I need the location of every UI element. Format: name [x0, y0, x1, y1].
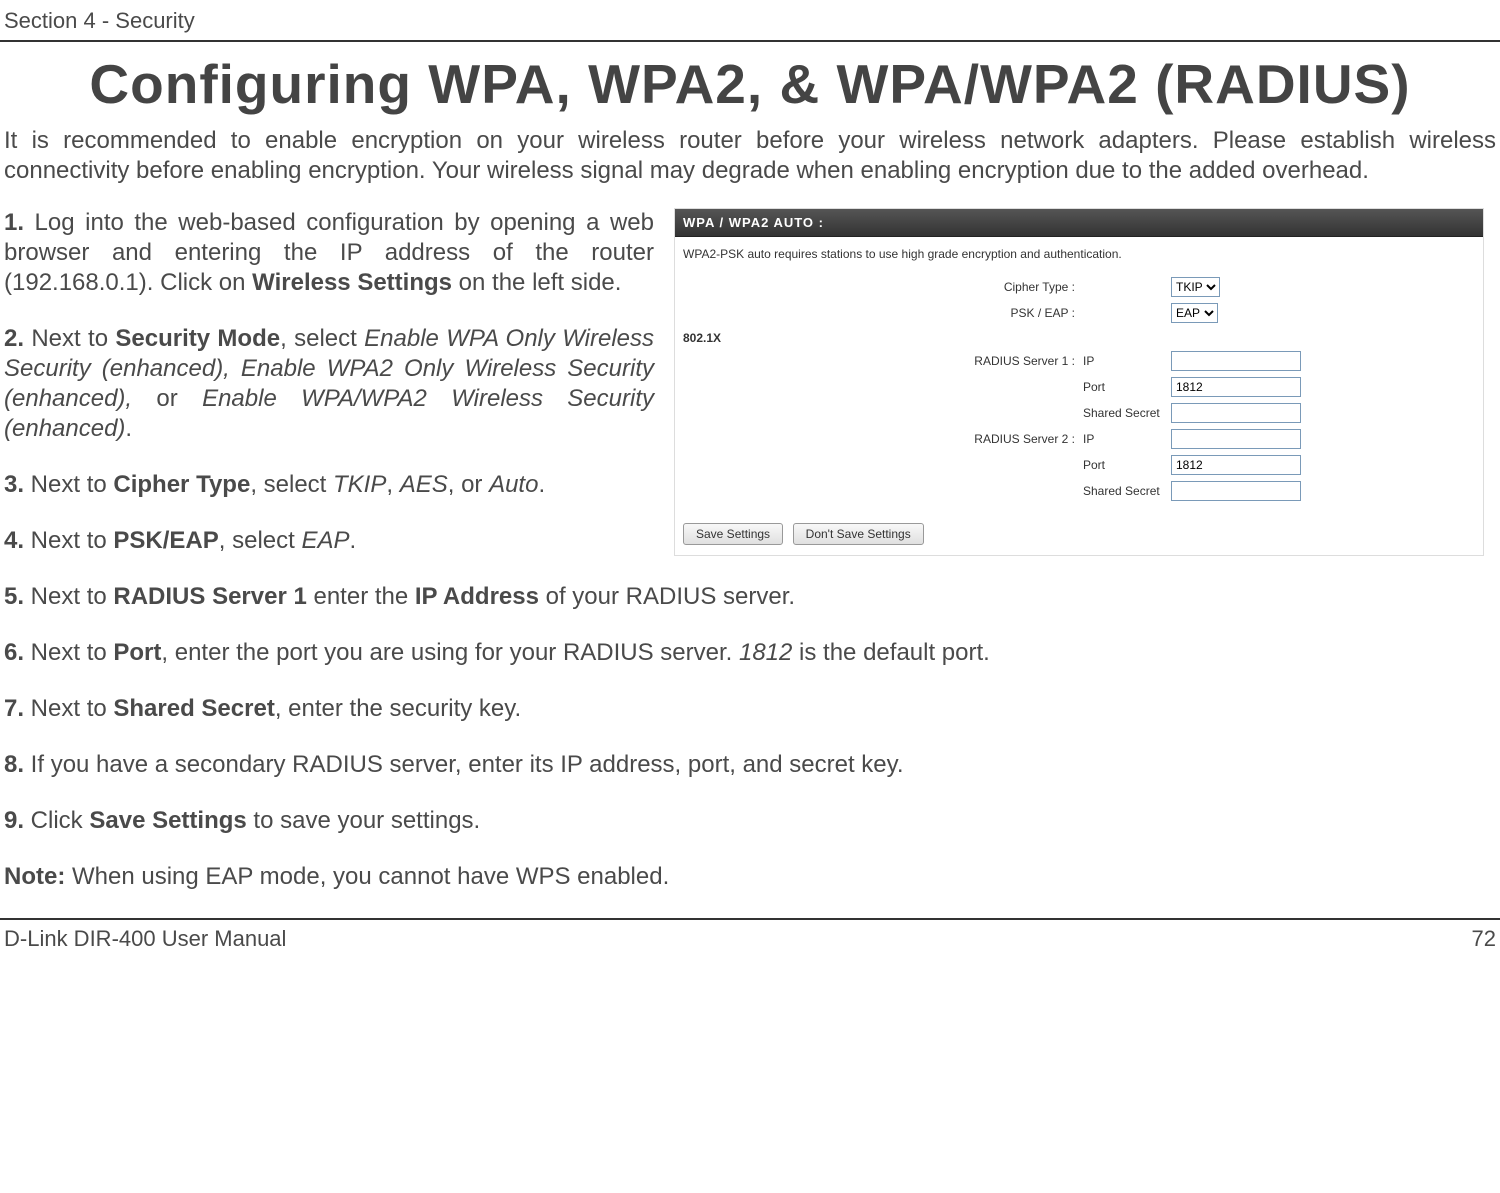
radius2-label: RADIUS Server 2 : — [683, 432, 1083, 446]
ip-label: IP — [1083, 432, 1171, 446]
step-bold: Shared Secret — [113, 695, 274, 722]
radius2-secret-input[interactable] — [1171, 481, 1301, 501]
step-num: 2. — [4, 325, 24, 352]
step-text: Next to — [24, 695, 113, 722]
step-text: , — [386, 471, 399, 498]
psk-eap-label: PSK / EAP : — [683, 306, 1083, 320]
radius2-port-input[interactable] — [1171, 455, 1301, 475]
step-text: If you have a secondary RADIUS server, e… — [24, 751, 904, 778]
step-5: 5. Next to RADIUS Server 1 enter the IP … — [4, 582, 1496, 612]
step-italic: AES — [400, 471, 448, 498]
step-text: Next to — [24, 527, 113, 554]
step-bold: Cipher Type — [113, 471, 250, 498]
step-italic: Auto — [489, 471, 538, 498]
step-1: 1. Log into the web-based configuration … — [4, 208, 654, 298]
panel-description: WPA2-PSK auto requires stations to use h… — [675, 237, 1483, 275]
step-text: of your RADIUS server. — [539, 583, 795, 610]
step-4: 4. Next to PSK/EAP, select EAP. — [4, 526, 654, 556]
step-text: Next to — [24, 639, 113, 666]
dont-save-settings-button[interactable]: Don't Save Settings — [793, 523, 924, 545]
page-number: 72 — [1472, 926, 1496, 952]
cipher-type-label: Cipher Type : — [683, 280, 1083, 294]
note: Note: When using EAP mode, you cannot ha… — [4, 862, 1496, 892]
step-num: 8. — [4, 751, 24, 778]
step-7: 7. Next to Shared Secret, enter the secu… — [4, 694, 1496, 724]
note-text: When using EAP mode, you cannot have WPS… — [65, 863, 669, 890]
step-italic: TKIP — [333, 471, 386, 498]
step-text: , or — [448, 471, 489, 498]
step-italic: EAP — [301, 527, 349, 554]
step-num: 6. — [4, 639, 24, 666]
intro-paragraph: It is recommended to enable encryption o… — [0, 126, 1500, 186]
step-num: 9. — [4, 807, 24, 834]
radius1-label: RADIUS Server 1 : — [683, 354, 1083, 368]
step-bold: Save Settings — [89, 807, 246, 834]
radius2-ip-input[interactable] — [1171, 429, 1301, 449]
step-num: 1. — [4, 209, 24, 236]
step-bold: IP Address — [415, 583, 539, 610]
psk-eap-select[interactable]: EAP — [1171, 303, 1218, 323]
step-text: on the left side. — [452, 269, 621, 296]
secret-label: Shared Secret — [1083, 406, 1171, 420]
step-bold: Wireless Settings — [252, 269, 452, 296]
step-text: , select — [250, 471, 333, 498]
secret-label: Shared Secret — [1083, 484, 1171, 498]
ip-label: IP — [1083, 354, 1171, 368]
radius1-port-input[interactable] — [1171, 377, 1301, 397]
cipher-type-select[interactable]: TKIP — [1171, 277, 1220, 297]
router-screenshot: WPA / WPA2 AUTO : WPA2-PSK auto requires… — [674, 208, 1484, 556]
step-2: 2. Next to Security Mode, select Enable … — [4, 324, 654, 444]
step-bold: RADIUS Server 1 — [113, 583, 306, 610]
section-header: Section 4 - Security — [0, 0, 1500, 42]
step-text: Next to — [24, 471, 113, 498]
section-8021x-label: 802.1X — [683, 327, 1475, 349]
step-text: . — [125, 415, 132, 442]
radius1-ip-input[interactable] — [1171, 351, 1301, 371]
port-label: Port — [1083, 458, 1171, 472]
port-label: Port — [1083, 380, 1171, 394]
radius1-secret-input[interactable] — [1171, 403, 1301, 423]
step-text: . — [350, 527, 357, 554]
note-label: Note: — [4, 863, 65, 890]
step-text: to save your settings. — [247, 807, 480, 834]
step-italic: 1812 — [739, 639, 792, 666]
footer-manual-title: D-Link DIR-400 User Manual — [4, 926, 286, 952]
step-num: 5. — [4, 583, 24, 610]
step-9: 9. Click Save Settings to save your sett… — [4, 806, 1496, 836]
step-bold: Security Mode — [115, 325, 280, 352]
step-text: . — [538, 471, 545, 498]
step-text: Next to — [24, 583, 113, 610]
step-bold: PSK/EAP — [113, 527, 218, 554]
step-text: Click — [24, 807, 89, 834]
step-text: Next to — [24, 325, 115, 352]
panel-header: WPA / WPA2 AUTO : — [675, 209, 1483, 237]
step-text: enter the — [307, 583, 415, 610]
step-num: 7. — [4, 695, 24, 722]
step-bold: Port — [113, 639, 161, 666]
step-text: , enter the port you are using for your … — [161, 639, 739, 666]
step-text: , enter the security key. — [275, 695, 521, 722]
step-8: 8. If you have a secondary RADIUS server… — [4, 750, 1496, 780]
page-title: Configuring WPA, WPA2, & WPA/WPA2 (RADIU… — [0, 52, 1500, 116]
step-num: 3. — [4, 471, 24, 498]
step-text: , select — [219, 527, 302, 554]
step-3: 3. Next to Cipher Type, select TKIP, AES… — [4, 470, 654, 500]
step-text: , select — [280, 325, 364, 352]
step-text: is the default port. — [792, 639, 989, 666]
step-text: or — [156, 385, 202, 412]
step-num: 4. — [4, 527, 24, 554]
save-settings-button[interactable]: Save Settings — [683, 523, 783, 545]
step-6: 6. Next to Port, enter the port you are … — [4, 638, 1496, 668]
